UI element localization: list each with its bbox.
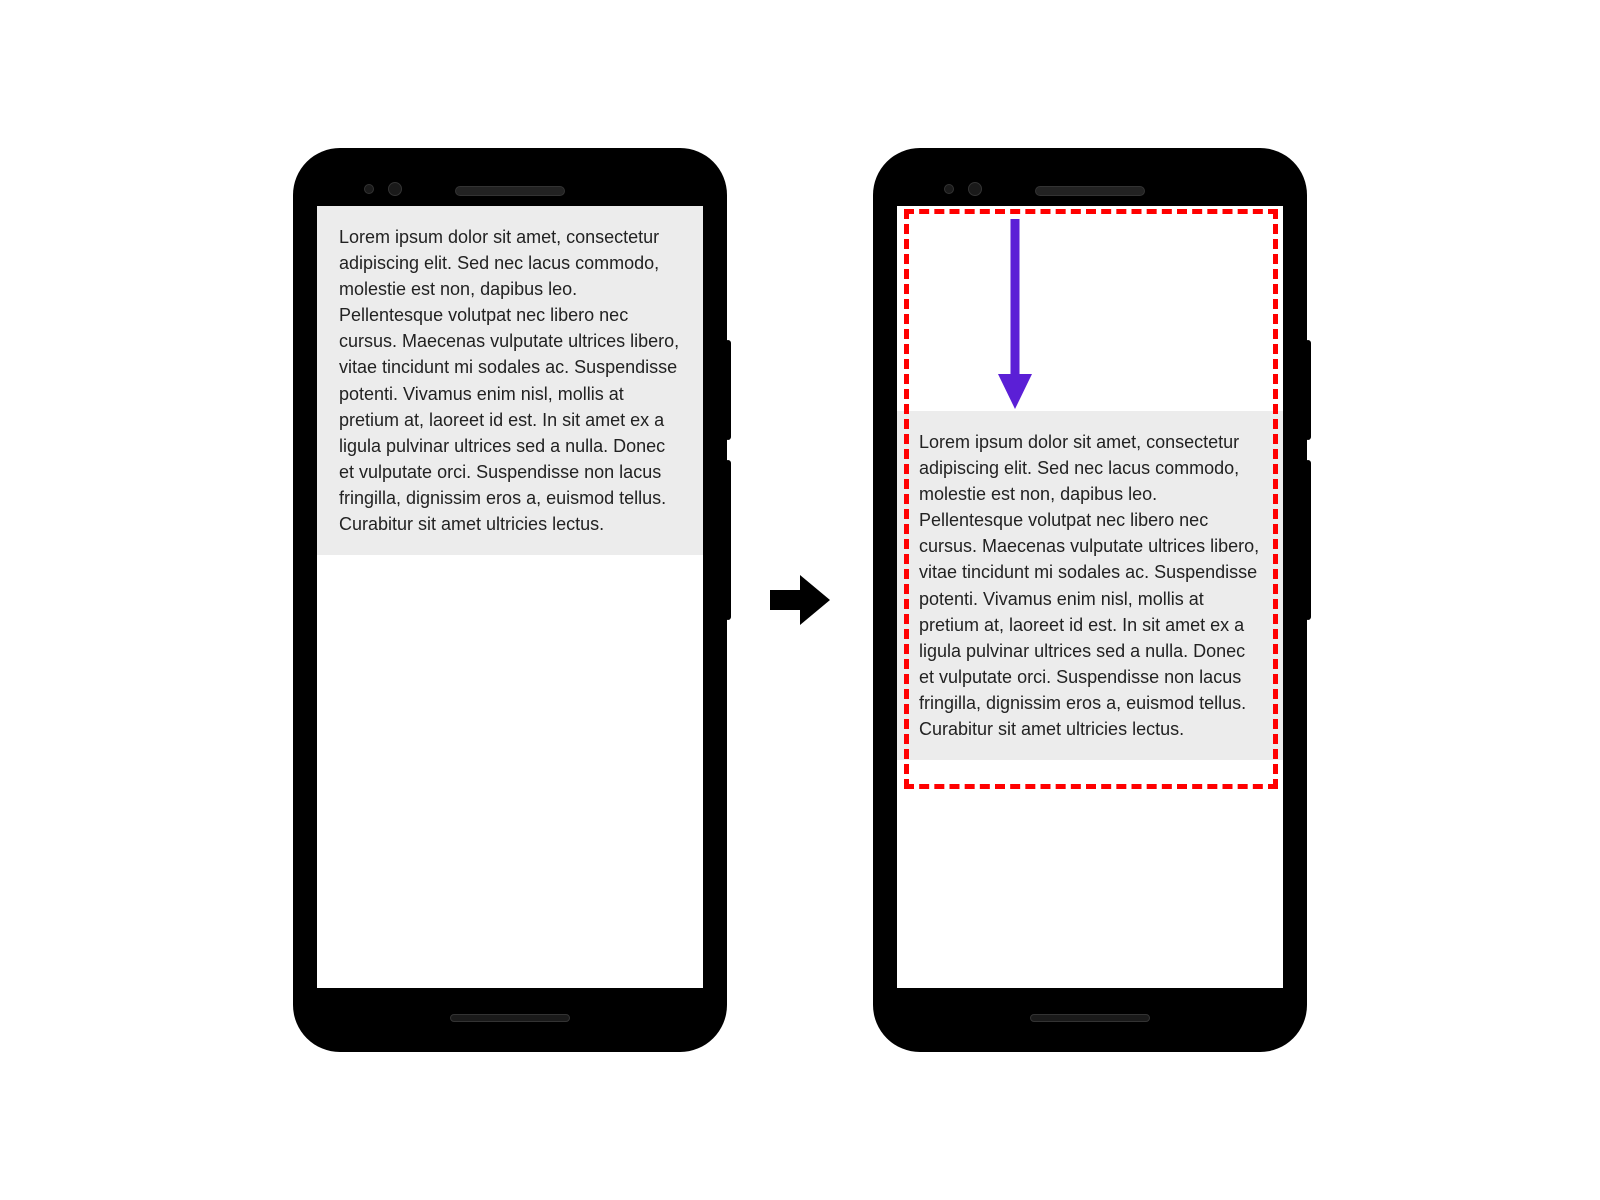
phone-side-button <box>1305 460 1311 620</box>
phone-before: Lorem ipsum dolor sit amet, consectetur … <box>295 150 725 1050</box>
speaker-grille-icon <box>455 186 565 196</box>
phone-side-button <box>725 460 731 620</box>
arrow-down-icon <box>990 214 1040 414</box>
phone-screen-after: Lorem ipsum dolor sit amet, consectetur … <box>897 206 1283 988</box>
phone-screen-before: Lorem ipsum dolor sit amet, consectetur … <box>317 206 703 988</box>
diagram-container: Lorem ipsum dolor sit amet, consectetur … <box>0 0 1600 1200</box>
arrow-right-icon <box>765 565 835 635</box>
speaker-area <box>889 176 1291 206</box>
content-text-block-offset: Lorem ipsum dolor sit amet, consectetur … <box>897 411 1283 760</box>
bottom-speaker-icon <box>450 1014 570 1022</box>
lorem-text: Lorem ipsum dolor sit amet, consectetur … <box>339 227 679 534</box>
transition-arrow <box>765 565 835 635</box>
phone-side-button <box>1305 340 1311 440</box>
speaker-grille-icon <box>1035 186 1145 196</box>
phone-side-button <box>725 340 731 440</box>
phone-inner: Lorem ipsum dolor sit amet, consectetur … <box>309 164 711 1036</box>
bottom-speaker-icon <box>1030 1014 1150 1022</box>
phone-after: Lorem ipsum dolor sit amet, consectetur … <box>875 150 1305 1050</box>
phone-inner: Lorem ipsum dolor sit amet, consectetur … <box>889 164 1291 1036</box>
content-text-block: Lorem ipsum dolor sit amet, consectetur … <box>317 206 703 555</box>
lorem-text: Lorem ipsum dolor sit amet, consectetur … <box>919 432 1259 739</box>
speaker-area <box>309 176 711 206</box>
